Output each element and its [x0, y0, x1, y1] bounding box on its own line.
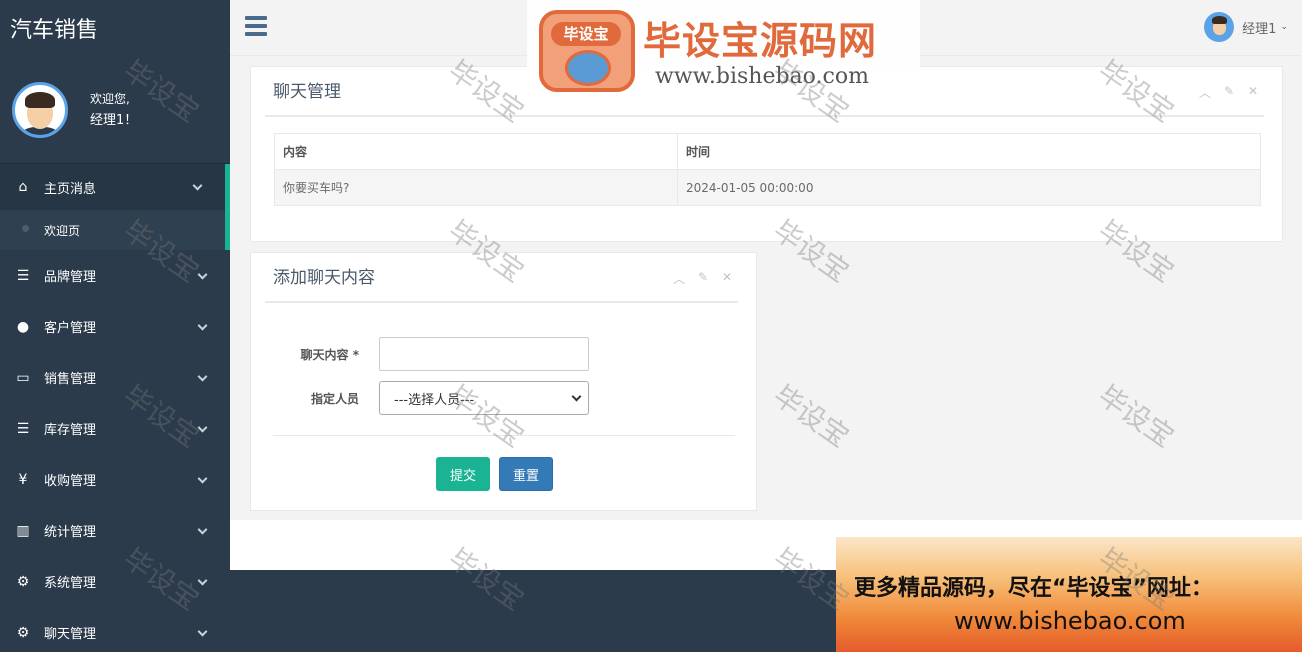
sidebar-item-home[interactable]: ⌂ 主页消息 — [0, 164, 230, 210]
sidebar-item-label: 品牌管理 — [44, 270, 97, 285]
chevron-up-icon[interactable]: ︿ — [1198, 84, 1212, 101]
table-header-row: 内容 时间 — [274, 133, 1261, 170]
watermark-logo: 毕设宝 毕设宝源码网 www.bishebao.com — [527, 0, 920, 98]
chevron-down-icon — [197, 422, 208, 433]
chevron-up-icon[interactable]: ︿ — [672, 270, 686, 287]
chevron-down-icon — [197, 320, 208, 331]
user-profile: 欢迎您, 经理1！ — [0, 56, 230, 164]
sidebar-item-label: 欢迎页 — [44, 223, 81, 238]
panel-tools: ︿ ✎ ✕ — [1198, 84, 1260, 101]
sidebar-item-statistics[interactable]: ▥ 统计管理 — [0, 505, 230, 556]
chevron-down-icon — [197, 626, 208, 637]
panel-title: 添加聊天内容 — [273, 268, 375, 288]
sidebar-item-label: 统计管理 — [44, 525, 97, 540]
user-menu[interactable]: 经理1 ⌄ — [1204, 12, 1288, 42]
avatar[interactable] — [12, 81, 68, 138]
sidebar-subitem-welcome[interactable]: 欢迎页 — [0, 210, 230, 250]
form-row-content: 聊天内容 * — [251, 337, 756, 371]
chevron-down-icon — [192, 180, 203, 191]
gear-icon: ⚙ — [16, 624, 30, 641]
add-chat-panel: 添加聊天内容 ︿ ✎ ✕ 聊天内容 * 指定人员 ---选择人员--- 提交 重… — [250, 252, 757, 511]
promo-line-2: www.bishebao.com — [954, 607, 1186, 635]
chevron-down-icon — [197, 575, 208, 586]
chat-table: 内容 时间 你要买车吗? 2024-01-05 00:00:00 — [274, 133, 1261, 206]
list-icon: ☰ — [16, 420, 30, 437]
sidebar-item-label: 聊天管理 — [44, 627, 97, 642]
app-title: 汽车销售 — [10, 18, 99, 43]
sidebar-item-label: 库存管理 — [44, 423, 97, 438]
chevron-down-icon — [197, 524, 208, 535]
logo-badge-text: 毕设宝 — [551, 22, 621, 46]
logo-title: 毕设宝源码网 — [643, 19, 878, 63]
reset-button[interactable]: 重置 — [499, 457, 553, 491]
chevron-down-icon — [197, 473, 208, 484]
yen-icon: ¥ — [18, 471, 28, 488]
column-header-time[interactable]: 时间 — [677, 133, 1261, 170]
wrench-icon[interactable]: ✎ — [696, 270, 710, 287]
sidebar-item-label: 主页消息 — [44, 181, 97, 197]
chevron-down-icon — [197, 371, 208, 382]
welcome-username: 经理1！ — [90, 112, 138, 128]
table-row[interactable]: 你要买车吗? 2024-01-05 00:00:00 — [274, 169, 1261, 206]
menu-toggle-icon[interactable] — [245, 16, 267, 36]
sidebar: 汽车销售 欢迎您, 经理1！ ⌂ 主页消息 欢迎页 ☰ 品牌管理 ● 客户管理 — [0, 0, 230, 652]
desktop-icon: ▭ — [16, 369, 30, 386]
close-icon[interactable]: ✕ — [720, 270, 734, 287]
sidebar-item-purchase[interactable]: ¥ 收购管理 — [0, 454, 230, 505]
panel-header: 添加聊天内容 ︿ ✎ ✕ — [265, 253, 738, 303]
form-row-person: 指定人员 ---选择人员--- — [251, 381, 756, 415]
sidebar-item-customer[interactable]: ● 客户管理 — [0, 301, 230, 352]
form-divider — [273, 435, 735, 436]
chevron-down-icon: ⌄ — [1280, 22, 1288, 32]
person-select[interactable]: ---选择人员--- — [379, 381, 589, 415]
chevron-down-icon — [197, 269, 208, 280]
bar-chart-icon: ▥ — [16, 522, 30, 539]
promo-line-1: 更多精品源码，尽在“毕设宝”网址： — [854, 576, 1213, 601]
cell-time: 2024-01-05 00:00:00 — [677, 169, 1261, 206]
chat-content-input[interactable] — [379, 337, 589, 371]
welcome-greeting: 欢迎您, — [90, 91, 130, 106]
chat-content-label: 聊天内容 * — [300, 347, 359, 362]
user-icon: ● — [16, 318, 30, 335]
sidebar-item-label: 收购管理 — [44, 474, 97, 489]
logo-badge: 毕设宝 — [539, 10, 635, 92]
home-icon: ⌂ — [18, 179, 28, 195]
sidebar-item-label: 销售管理 — [44, 372, 97, 387]
user-menu-name: 经理1 — [1242, 21, 1277, 37]
promo-banner: 更多精品源码，尽在“毕设宝”网址： www.bishebao.com — [836, 537, 1302, 652]
sidebar-item-label: 客户管理 — [44, 321, 97, 336]
avatar — [1204, 12, 1235, 42]
sidebar-item-chat[interactable]: ⚙ 聊天管理 — [0, 607, 230, 652]
panel-tools: ︿ ✎ ✕ — [672, 270, 734, 287]
logo-url: www.bishebao.com — [655, 64, 869, 89]
submit-button[interactable]: 提交 — [436, 457, 490, 491]
sidebar-item-brand[interactable]: ☰ 品牌管理 — [0, 250, 230, 301]
list-icon: ☰ — [16, 267, 30, 284]
person-label: 指定人员 — [310, 391, 359, 406]
sidebar-item-sales[interactable]: ▭ 销售管理 — [0, 352, 230, 403]
column-header-content[interactable]: 内容 — [274, 133, 678, 170]
gear-icon: ⚙ — [16, 573, 30, 590]
sidebar-nav: ⌂ 主页消息 欢迎页 ☰ 品牌管理 ● 客户管理 ▭ 销售管理 ☰ 库存管理 ¥… — [0, 164, 230, 652]
logo-ball-icon — [565, 50, 611, 86]
welcome-text: 欢迎您, 经理1！ — [90, 88, 137, 132]
sidebar-item-system[interactable]: ⚙ 系统管理 — [0, 556, 230, 607]
chevron-down-icon — [571, 391, 582, 402]
person-select-value: ---选择人员--- — [394, 392, 475, 408]
sidebar-item-inventory[interactable]: ☰ 库存管理 — [0, 403, 230, 454]
wrench-icon[interactable]: ✎ — [1222, 84, 1236, 101]
cell-content: 你要买车吗? — [274, 169, 678, 206]
close-icon[interactable]: ✕ — [1246, 84, 1260, 101]
sidebar-item-label: 系统管理 — [44, 576, 97, 591]
